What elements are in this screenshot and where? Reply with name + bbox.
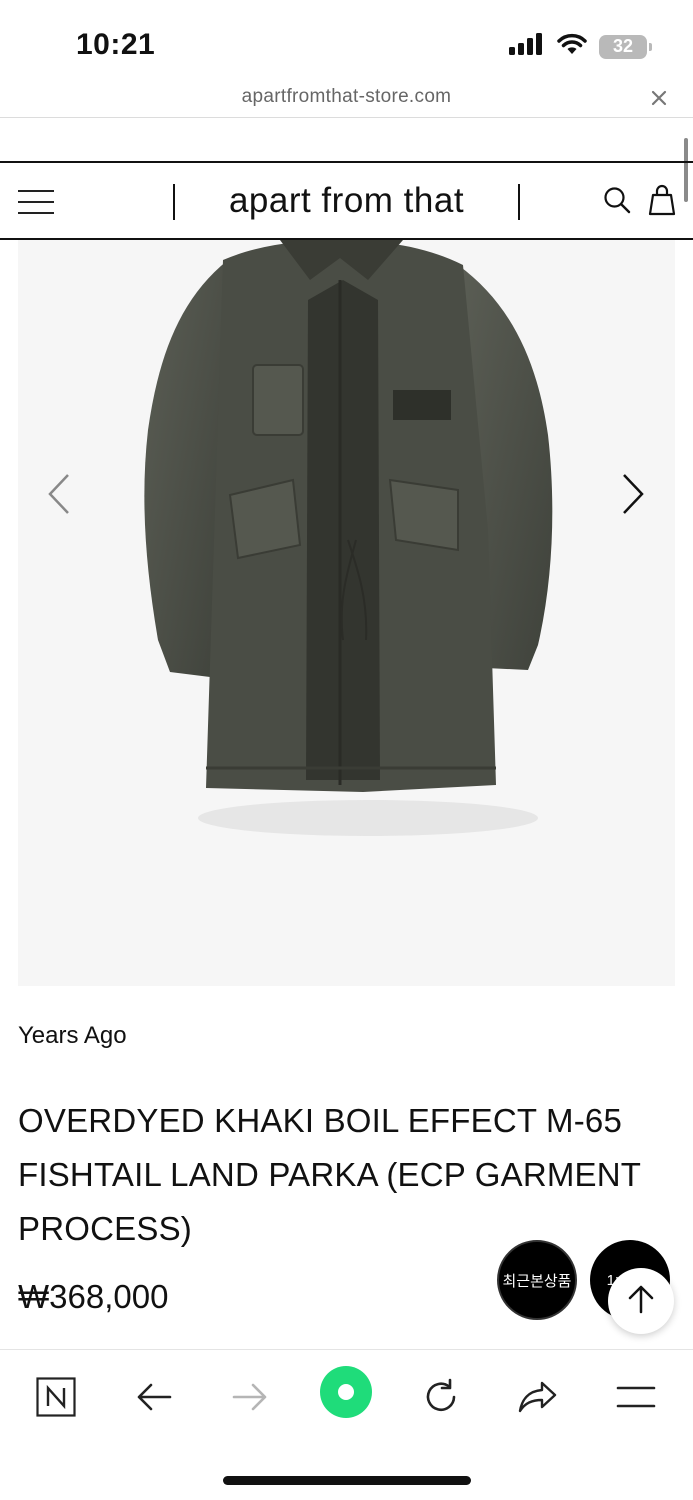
bag-icon[interactable] [648,184,676,221]
wifi-icon [557,33,587,60]
recently-viewed-button[interactable]: 최근본상품 [497,1240,577,1320]
menu-icon[interactable] [606,1375,666,1419]
scroll-top-button[interactable] [608,1268,674,1334]
battery-icon: 32 [599,34,652,59]
product-title: OVERDYED KHAKI BOIL EFFECT M-65 FISHTAIL… [18,1102,641,1247]
close-icon[interactable] [651,84,667,113]
search-icon[interactable] [603,186,631,219]
green-dot-icon[interactable] [316,1366,376,1418]
product-price: ₩368,000 [18,1278,169,1315]
status-bar: 10:21 32 [0,0,693,88]
signal-icon [509,33,545,60]
status-icons: 32 [509,33,652,60]
naver-icon[interactable] [26,1375,86,1419]
home-indicator [223,1476,471,1485]
product-brand[interactable]: Years Ago [18,1022,127,1050]
chevron-left-icon[interactable] [46,472,72,521]
chevron-right-icon[interactable] [620,472,646,521]
browser-url-bar[interactable]: apartfromthat-store.com [0,82,693,118]
menu-icon[interactable] [18,190,54,214]
header-divider [518,184,520,220]
product-image[interactable] [18,240,675,986]
url-text[interactable]: apartfromthat-store.com [0,86,693,108]
battery-level: 32 [612,36,634,56]
recently-viewed-label: 최근본상품 [502,1272,572,1290]
back-icon[interactable] [124,1375,184,1419]
site-header: apart from that [0,161,693,240]
forward-icon [220,1375,280,1419]
reload-icon[interactable] [411,1375,471,1419]
arrow-up-icon [627,1284,655,1319]
share-icon[interactable] [508,1375,568,1419]
status-time: 10:21 [76,28,156,61]
site-logo[interactable]: apart from that [175,181,518,221]
parka-jacket-image [144,240,553,836]
